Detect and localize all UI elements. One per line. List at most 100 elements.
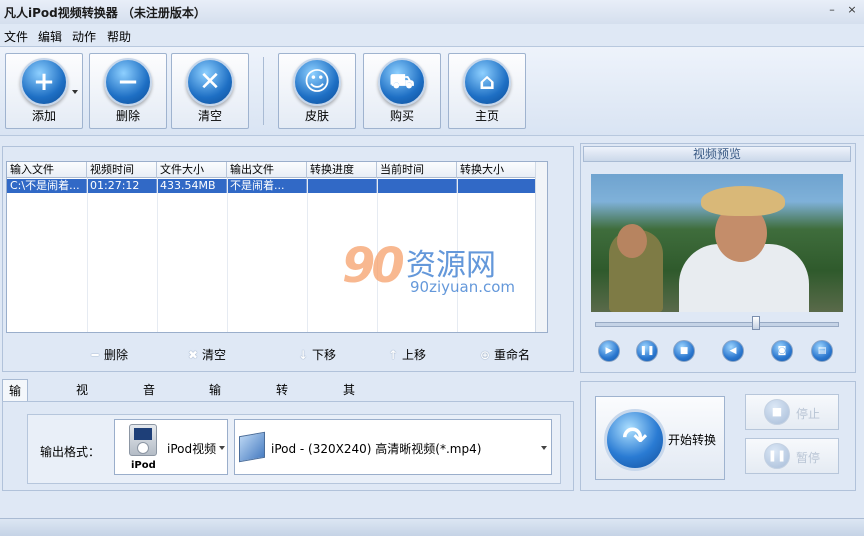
skin-button[interactable]: ☺ 皮肤 [278,53,356,129]
window-title: 凡人iPod视频转换器 （未注册版本） [4,6,206,20]
add-label: 添加 [31,109,56,123]
delete-button[interactable]: − 删除 [89,53,167,129]
title-bar: 凡人iPod视频转换器 （未注册版本） – × [0,0,864,24]
list-delete-button[interactable]: ━ 删除 [88,346,128,363]
profile-name: iPod - (320X240) 高清晰视频(*.mp4) [271,442,482,456]
cell-input-file: C:\不是闹着... [7,179,87,193]
stop-button[interactable]: ■ 停止 [745,394,839,430]
clear-button[interactable]: ✕ 清空 [171,53,249,129]
menu-file[interactable]: 文件 [4,28,28,45]
move-down-button[interactable]: ↓ 下移 [296,346,336,363]
list-delete-label: 删除 [104,348,129,362]
cell-output-size [457,179,535,193]
ipod-icon-label: iPod [131,460,156,471]
status-bar [0,518,864,536]
cell-output-file: 不是闹着... [227,179,307,193]
rename-button[interactable]: ⊕ 重命名 [478,346,530,363]
pause-icon: ❚❚ [764,443,790,469]
list-clear-label: 清空 [202,348,227,362]
rename-icon: ⊕ [479,347,491,362]
chevron-down-icon [541,446,547,450]
start-convert-button[interactable]: ↷ 开始转换 [595,396,725,480]
column-file-size[interactable]: 文件大小 [157,162,227,178]
stop-icon[interactable]: ■ [673,340,695,362]
volume-icon[interactable]: ◀ [722,340,744,362]
watermark-number: 90 [342,238,405,294]
cell-duration: 01:27:12 [87,179,157,193]
minimize-button[interactable]: – [826,4,838,16]
tab-other-settings[interactable]: 其他设置 [337,379,361,463]
grid-divider [157,178,158,332]
tab-video-params[interactable]: 视频参数 [70,379,94,463]
smiley-icon: ☺ [293,58,341,106]
buy-label: 购买 [389,109,414,123]
device-name: iPod视频 [167,442,217,456]
pause-label: 暂停 [796,451,821,465]
menu-help[interactable]: 帮助 [107,28,131,45]
menu-action[interactable]: 动作 [72,28,96,45]
column-progress[interactable]: 转换进度 [307,162,377,178]
toolbar-separator [263,57,264,125]
move-up-label: 上移 [402,348,427,362]
convert-arrow-icon: ↷ [604,409,666,471]
output-format-panel: 输出格式： iPod iPod视频 iPod - (320X240) 高清晰视频… [2,401,574,491]
grid-divider [87,178,88,332]
cart-icon: ⛟ [378,58,426,106]
cross-icon: ✕ [186,58,234,106]
format-group: 输出格式： iPod iPod视频 iPod - (320X240) 高清晰视频… [27,414,561,484]
column-output-file[interactable]: 输出文件 [227,162,307,178]
add-button[interactable]: + 添加 [5,53,83,129]
device-select[interactable]: iPod iPod视频 [114,419,228,475]
close-button[interactable]: × [846,4,858,16]
skin-label: 皮肤 [304,109,329,123]
grid-header: 输入文件 视频时间 文件大小 输出文件 转换进度 当前时间 转换大小 [7,162,547,178]
move-up-button[interactable]: ↑ 上移 [386,346,426,363]
menu-edit[interactable]: 编辑 [38,28,62,45]
dropdown-arrow-icon[interactable] [72,90,78,94]
buy-button[interactable]: ⛟ 购买 [363,53,441,129]
play-icon[interactable]: ▶ [598,340,620,362]
seek-handle[interactable] [752,316,761,330]
cell-file-size: 433.54MB [157,179,227,193]
cell-progress [307,179,377,193]
column-duration[interactable]: 视频时间 [87,162,157,178]
rename-label: 重命名 [494,348,531,362]
watermark-logo: 90 资源网 90ziyuan.com [342,238,532,298]
preview-panel: 视频预览 ▶ ❚❚ ■ ◀ ◙ ▤ [580,143,856,373]
grid-divider [227,178,228,332]
ipod-icon [129,424,157,456]
cell-current-time [377,179,457,193]
stop-icon: ■ [764,399,790,425]
start-convert-label: 开始转换 [668,433,717,447]
menu-bar: 文件 编辑 动作 帮助 [0,26,864,46]
column-input-file[interactable]: 输入文件 [7,162,87,178]
tab-audio-params[interactable]: 音频参数 [137,379,161,463]
arrow-down-icon: ↓ [297,347,309,362]
delete-label: 删除 [115,109,140,123]
toolbar: + 添加 − 删除 ✕ 清空 ☺ 皮肤 ⛟ 购买 ⌂ 主页 [0,46,864,136]
clear-label: 清空 [197,109,222,123]
tab-output-format[interactable]: 输出格式 [2,379,29,464]
grid-divider [307,178,308,332]
video-cube-icon [239,431,265,463]
column-current-time[interactable]: 当前时间 [377,162,457,178]
format-label: 输出格式： [40,445,101,459]
pause-button[interactable]: ❚❚ 暂停 [745,438,839,474]
tab-convert-settings[interactable]: 转换设置 [270,379,294,463]
grid-scrollbar[interactable] [535,162,547,332]
chevron-down-icon [219,446,225,450]
folder-icon[interactable]: ▤ [811,340,833,362]
seek-bar[interactable] [595,322,839,327]
move-down-label: 下移 [312,348,337,362]
home-label: 主页 [474,109,499,123]
minus-icon: − [104,58,152,106]
tab-output-dir[interactable]: 输出目录 [203,379,227,463]
list-clear-button[interactable]: ✖ 清空 [186,346,226,363]
pause-icon[interactable]: ❚❚ [636,340,658,362]
snapshot-icon[interactable]: ◙ [771,340,793,362]
profile-select[interactable]: iPod - (320X240) 高清晰视频(*.mp4) [234,419,552,475]
watermark-url: 90ziyuan.com [410,278,516,296]
plus-icon: + [20,58,68,106]
home-button[interactable]: ⌂ 主页 [448,53,526,129]
column-output-size[interactable]: 转换大小 [457,162,537,178]
